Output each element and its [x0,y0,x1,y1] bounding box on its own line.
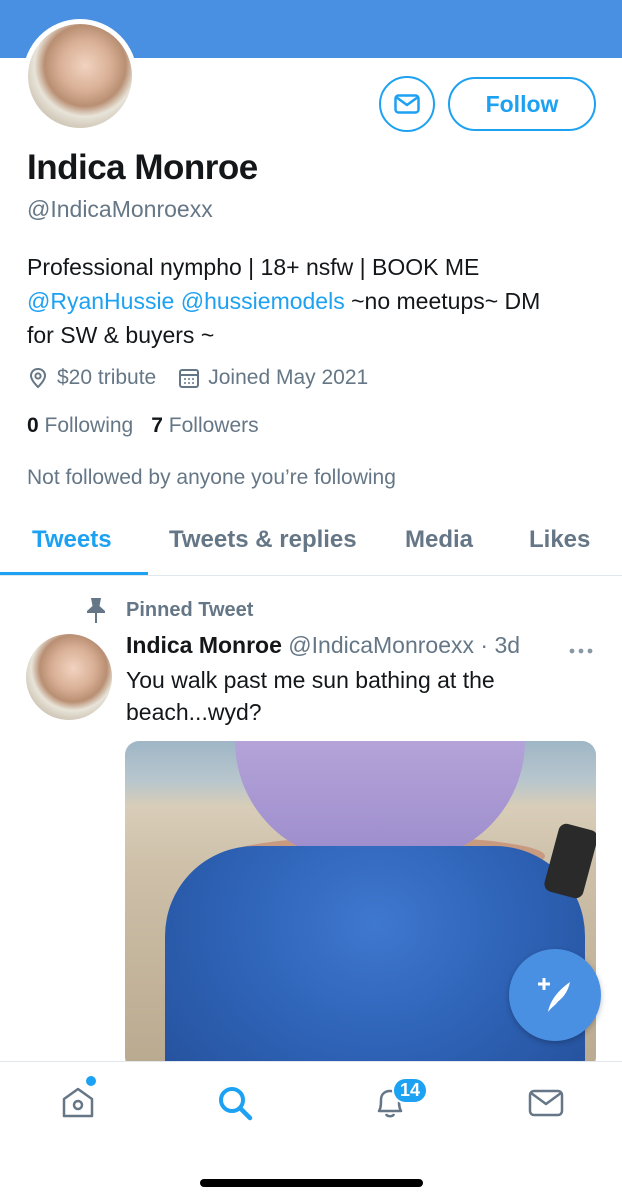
tweet-separator: · [474,632,495,658]
nav-home[interactable] [60,1084,96,1125]
mail-icon [394,94,420,114]
compose-quill-icon [538,978,570,1012]
message-button[interactable] [379,76,435,132]
profile-counts: 0 Following 7 Followers [27,414,277,438]
profile-name: Indica Monroe [27,148,258,187]
bio-mention-hussiemodels[interactable]: @hussiemodels [181,288,345,314]
profile-joined: Joined May 2021 [208,366,369,389]
pinned-label: Pinned Tweet [126,598,254,621]
tweet-author-handle: @IndicaMonroexx [288,632,475,658]
following-link[interactable]: 0 Following [27,414,133,438]
tweet-text: You walk past me sun bathing at the beac… [126,667,495,725]
profile-bio: Professional nympho | 18+ nsfw | BOOK ME… [27,250,607,352]
nav-search[interactable] [216,1084,254,1127]
following-count: 0 [27,414,39,437]
tab-likes[interactable]: Likes [529,526,590,554]
followers-count: 7 [151,414,163,437]
home-indicator [200,1179,423,1187]
profile-location: $20 tribute [57,366,157,389]
tab-tweets-replies[interactable]: Tweets & replies [169,526,357,554]
follow-button[interactable]: Follow [448,77,596,131]
bottom-tab-bar: 14 [0,1061,622,1200]
calendar-icon [179,369,200,388]
nav-messages[interactable] [527,1084,565,1127]
tweet-author-avatar[interactable] [26,634,112,720]
compose-tweet-button[interactable] [509,949,601,1041]
profile-tabs: Tweets Tweets & replies Media Likes [0,512,622,576]
tab-tweets[interactable]: Tweets [32,526,112,554]
followers-label: Followers [168,414,259,437]
bio-text: Professional nympho | 18+ nsfw | BOOK ME [27,254,480,280]
tweet-header: Indica Monroe @IndicaMonroexx · 3d [126,632,520,659]
notifications-badge: 14 [392,1077,429,1104]
search-icon [219,1087,253,1121]
followers-link[interactable]: 7 Followers [151,414,258,438]
pinned-indicator: Pinned Tweet [84,596,253,624]
active-tab-indicator [0,572,148,575]
location-icon [29,367,47,389]
pin-icon [87,598,105,623]
tweet-author-name[interactable]: Indica Monroe [126,632,282,658]
tweet-time: 3d [494,632,521,658]
home-icon [62,1087,94,1118]
messages-icon [528,1089,564,1117]
profile-meta: $20 tribute Joined May 2021 [27,366,390,390]
profile-handle: @IndicaMonroexx [27,196,213,222]
tab-media[interactable]: Media [405,526,473,554]
more-dots-icon [569,648,593,654]
tweet-more-button[interactable] [568,642,594,660]
bio-text: for SW & buyers ~ [27,322,215,348]
home-unread-dot [86,1076,96,1086]
bio-mention-ryanhussie[interactable]: @RyanHussie [27,288,174,314]
profile-avatar[interactable] [23,19,137,133]
following-label: Following [44,414,134,437]
bio-text: ~no meetups~ DM [344,288,541,314]
not-followed-note: Not followed by anyone you’re following [27,466,396,489]
